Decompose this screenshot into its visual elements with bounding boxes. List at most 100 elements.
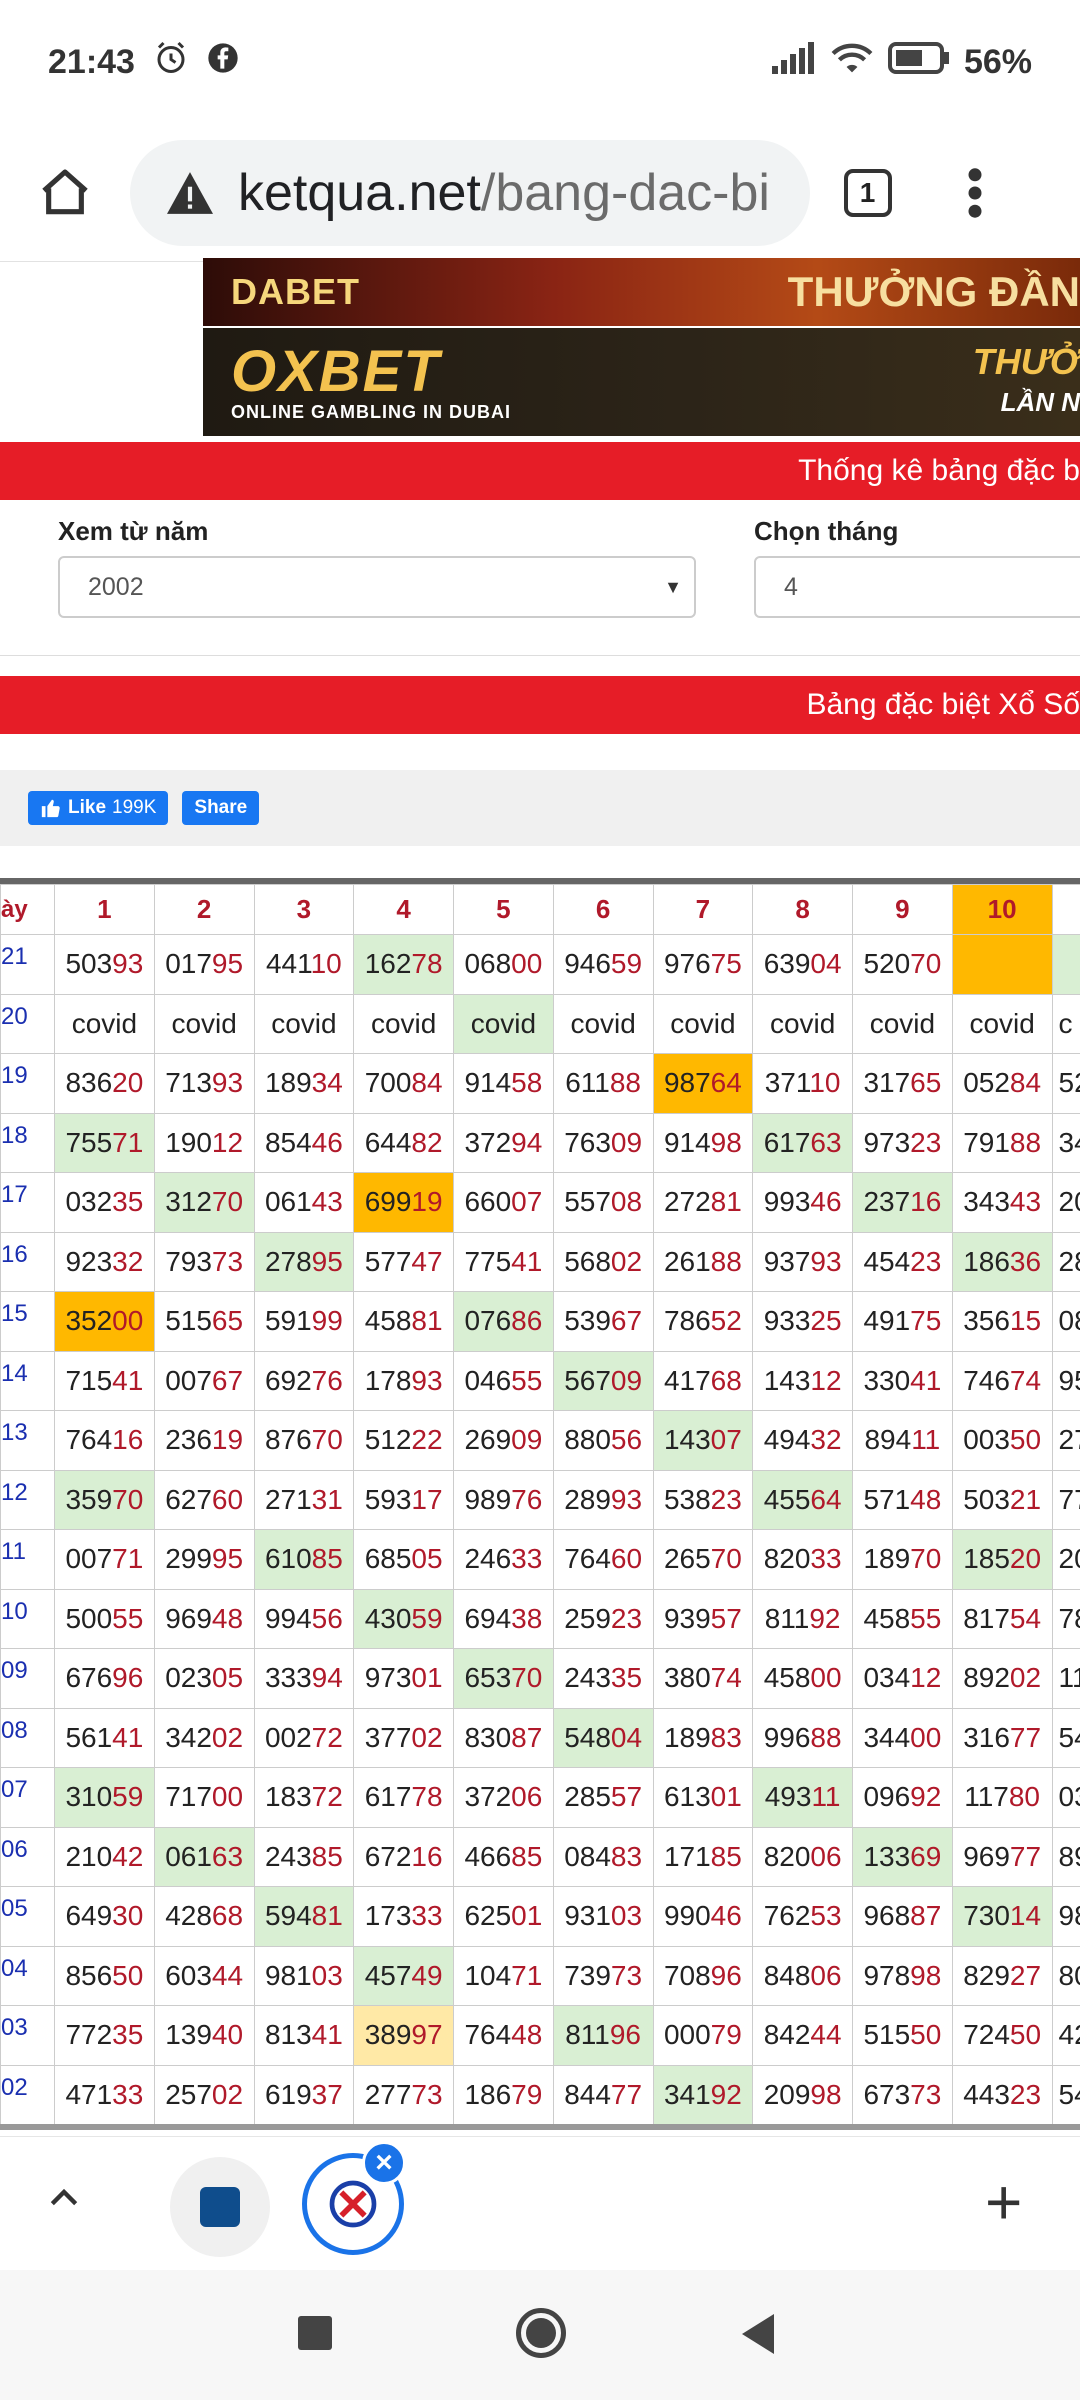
prize-cell: 34343 [951,1172,1053,1233]
prize-tail-digits: 98 [810,2078,842,2110]
prize-cell: 09692 [852,1767,953,1828]
prize-head-digits: 994 [264,1602,312,1634]
chevron-up-icon[interactable] [44,2177,84,2222]
prize-tail-digits: 71 [112,1126,144,1158]
prize-cell: 45855 [852,1588,953,1649]
prize-cell: 17185 [652,1826,754,1887]
prize-head-digits: 611 [565,1067,610,1099]
prize-tail-digits: 50 [1009,1424,1042,1456]
prize-cell: 70896 [652,1945,754,2006]
row-label: 15 [0,1291,55,1352]
prize-tail-digits: 85 [710,1840,742,1872]
prize-head-digits: 567 [564,1364,611,1396]
prize-cell-partial: 42 [1051,2005,1080,2066]
prize-cell-partial: 20 [1051,1529,1080,1590]
prize-cell: 23619 [153,1410,255,1471]
prize-cell: 85446 [253,1112,355,1173]
table-row: 15 35200 51565 59199 45881 07686 53967 78652 933… [0,1291,1080,1352]
prize-head-digits: 811 [764,1602,810,1634]
prize-head-digits: 139 [165,2019,212,2051]
column-header: 2 [153,884,255,935]
home-nav-icon[interactable] [516,2308,566,2358]
prize-cell-partial: 78 [1051,1588,1080,1649]
tab-switcher-button[interactable]: 1 [810,124,925,261]
prize-tail-digits: 59 [411,1602,443,1634]
prize-head-digits: 730 [963,1900,1010,1932]
tab-favicon-1[interactable] [170,2157,270,2257]
prize-tail-digits: 88 [609,1067,642,1099]
prize-tail-digits: 03 [311,1959,343,1991]
prize-head-digits: 330 [863,1364,911,1396]
prize-tail-digits: 33 [411,1900,443,1932]
prize-cell: 33041 [852,1350,953,1411]
month-select[interactable]: 4 [754,556,1080,618]
special-prize-table-container[interactable]: ày 1 2 3 4 5 6 7 8 9 10 21 50393 01795 44110 16278 0680… [0,878,1080,2130]
prize-cell: 18372 [253,1767,355,1828]
prize-cell: 89411 [852,1410,953,1471]
prize-cell: 79373 [153,1231,255,1292]
prize-cell: 93793 [752,1231,853,1292]
prize-tail-digits: 27 [1009,1959,1042,1991]
prize-head-digits: 969 [963,1840,1010,1872]
prize-cell-partial: 08 [1051,1291,1080,1352]
prize-cell: covid [752,993,853,1054]
prize-tail-digits: 09 [511,1424,543,1456]
prize-head-digits: 772 [65,2019,113,2051]
prize-head-digits: 764 [564,1543,611,1575]
facebook-like-button[interactable]: Like 199K [28,791,169,825]
prize-cell: 35615 [951,1291,1053,1352]
ad-banner-dabet[interactable]: DABET THƯỞNG ĐẦN [203,258,1080,326]
facebook-share-button[interactable]: Share [182,791,260,825]
prize-cell: 03235 [54,1172,155,1233]
prize-tail-digits: 15 [1009,1305,1042,1337]
prize-tail-digits: 21 [1009,1483,1042,1515]
facebook-icon [207,42,239,83]
prize-head-digits: 352 [65,1305,113,1337]
prize-cell: 96977 [951,1826,1053,1887]
recents-icon[interactable] [298,2316,332,2350]
prize-tail-digits: 48 [211,1602,244,1634]
prize-cell: 02305 [153,1648,255,1709]
ad-banner-oxbet[interactable]: OXBET ONLINE GAMBLING IN DUBAI THƯỞ LẦN … [203,328,1080,436]
prize-tail-digits: 81 [710,1186,742,1218]
row-label: 12 [0,1469,55,1530]
column-header: 7 [652,884,754,935]
prize-tail-digits: 64 [710,1067,742,1099]
prize-tail-digits: 06 [810,1959,842,1991]
wifi-icon [830,40,874,85]
close-tab-icon[interactable]: × [362,2141,406,2185]
prize-tail-digits: 57 [710,1602,742,1634]
prize-cell: 50393 [54,934,155,995]
prize-head-digits: 312 [165,1186,212,1218]
new-tab-icon[interactable]: + [985,2165,1022,2239]
table-corner-header: ày [0,884,55,935]
row-label: 06 [0,1826,55,1887]
prize-cell: 04655 [453,1350,554,1411]
prize-head-digits: 236 [165,1424,212,1456]
prize-tail-digits: 36 [1009,1245,1042,1277]
home-button[interactable] [0,124,130,261]
back-icon[interactable] [742,2314,774,2354]
prize-tail-digits: 81 [311,1900,343,1932]
prize-tail-digits: 02 [211,1721,244,1753]
prize-cell: 55708 [552,1172,654,1233]
prize-tail-digits: 87 [910,1900,942,1932]
table-row: 11 00771 29995 61085 68505 24633 76460 26570 820… [0,1529,1080,1590]
prize-cell: covid [253,993,355,1054]
prize-tail-digits: 54 [1009,1602,1042,1634]
prize-tail-digits: 98 [710,1126,742,1158]
prize-head-digits: 455 [763,1483,811,1515]
year-select[interactable]: 2002 ▼ [58,556,696,618]
url-domain: ketqua.net [238,163,481,222]
prize-cell: 96887 [852,1886,953,1947]
prize-cell: 27773 [353,2064,454,2124]
prize-cell: 63904 [752,934,853,995]
prize-head-digits: 708 [663,1959,711,1991]
prize-cell: 24335 [552,1648,654,1709]
prize-cell: 13940 [153,2005,255,2066]
address-bar[interactable]: ketqua.net/bang-dac-bi [130,139,810,246]
prize-cell: 69276 [253,1350,355,1411]
prize-head-digits: 454 [863,1245,911,1277]
browser-menu-button[interactable] [925,124,1025,261]
prize-cell-partial: 95 [1051,1350,1080,1411]
